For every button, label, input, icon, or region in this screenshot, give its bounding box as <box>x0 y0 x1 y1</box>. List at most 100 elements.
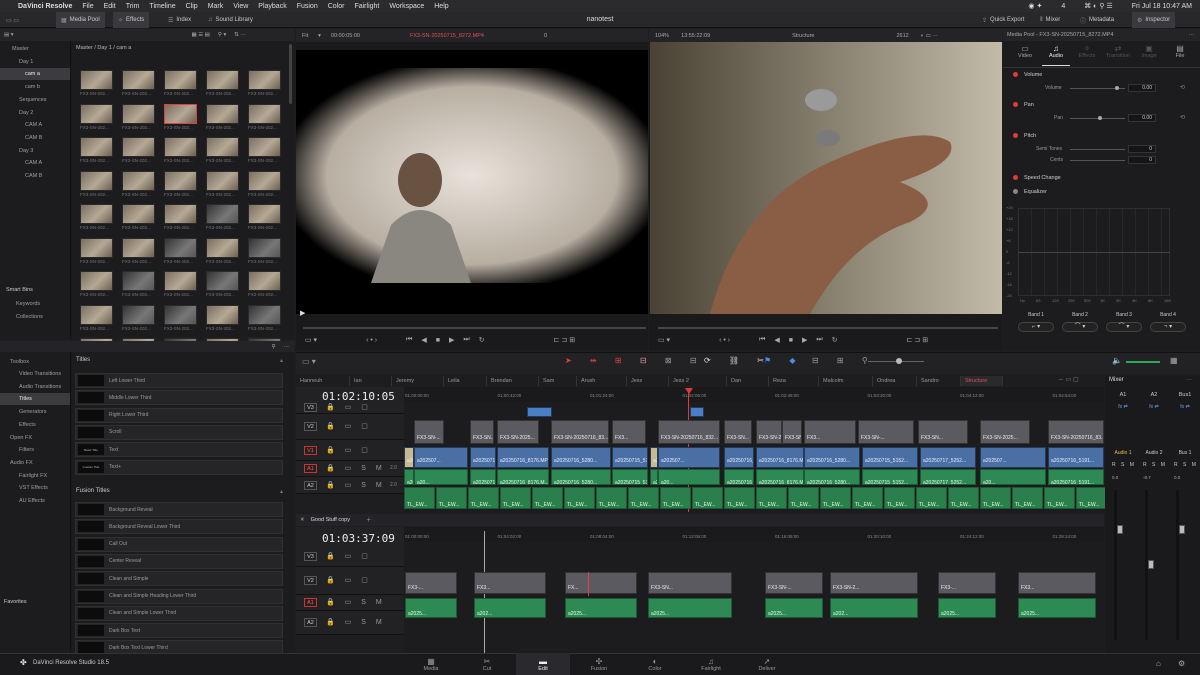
clip-thumbnail[interactable] <box>80 271 113 291</box>
loop-toggle-icon[interactable]: ↻ <box>832 336 838 344</box>
reset-icon[interactable]: ⟲ <box>1180 84 1185 91</box>
clip-thumbnail[interactable] <box>248 304 281 325</box>
clip-thumbnail[interactable] <box>248 137 281 157</box>
skip-forward-icon[interactable]: ⏭ <box>463 336 469 344</box>
track-controls-icon[interactable]: 🔒 ▭ S M <box>326 598 386 606</box>
metadata-button[interactable]: ⓘ Metadata <box>1080 12 1114 28</box>
bin-day3-cam-b[interactable]: CAM B <box>0 170 70 182</box>
bin-day3[interactable]: Day 3 <box>0 145 70 157</box>
play-icon[interactable]: ▶ <box>449 336 454 344</box>
eq-band-shape[interactable]: ⌒ ▾ <box>1062 322 1098 332</box>
a1-clip[interactable]: a20250716_5280... <box>804 469 860 485</box>
a2-clip[interactable]: TL_EW... <box>724 487 755 509</box>
v1-clip[interactable]: a20250716_5280... <box>804 447 860 468</box>
collapse-icon[interactable]: ▴ <box>280 357 283 364</box>
track-controls-icon[interactable]: 🔒 ▭ ▢ <box>326 422 372 430</box>
a1-clip[interactable]: a20250715_5152... <box>862 469 918 485</box>
a2-clip[interactable]: TL_EW... <box>564 487 595 509</box>
clip-thumbnail[interactable] <box>164 103 197 124</box>
inspector-button[interactable]: ⚙ Inspector <box>1132 12 1176 28</box>
more-icon[interactable]: ··· <box>1189 32 1195 38</box>
menu-trim[interactable]: Trim <box>126 3 140 10</box>
loop-toggle-icon[interactable]: ↻ <box>479 336 485 344</box>
fusion-title-item[interactable]: Dark Box Text <box>75 623 283 639</box>
stop-icon[interactable]: ■ <box>789 337 793 344</box>
jog-icon[interactable]: ‹ • › <box>366 337 377 344</box>
v2-clip[interactable]: FX3-SN-... <box>765 572 823 594</box>
bin-day2[interactable]: Day 2 <box>0 107 70 119</box>
v2-clip[interactable]: FX3-SN-2025... <box>497 420 539 444</box>
mixer-rsm-buttons[interactable]: R S M <box>1143 462 1167 468</box>
a2-clip[interactable]: TL_EW... <box>1076 487 1107 509</box>
bin-day1[interactable]: Day 1 <box>0 56 70 68</box>
source-video-frame[interactable] <box>296 50 648 314</box>
page-color[interactable]: ◐ Color <box>628 653 682 675</box>
fx-effects[interactable]: Effects <box>0 419 70 431</box>
v1-clip[interactable]: a20250717_5252... <box>404 447 414 468</box>
title-template-item[interactable]: Right Lower Third <box>75 407 283 423</box>
a2-clip[interactable]: TL_EW... <box>788 487 819 509</box>
mixer-fx-icon[interactable]: fx ⇄ <box>1110 404 1136 410</box>
fx-open-fx[interactable]: Open FX <box>0 432 70 444</box>
menu-mark[interactable]: Mark <box>208 3 224 10</box>
a1-clip[interactable]: a202... <box>830 598 918 618</box>
track-label[interactable]: V1 <box>304 445 317 455</box>
clip-marker[interactable] <box>588 572 589 596</box>
v2-clip[interactable]: FX3-SN-20250716_83... <box>551 420 609 444</box>
clip-thumbnail[interactable] <box>80 103 113 124</box>
a1-clip[interactable]: a20250716_5191... <box>470 469 496 485</box>
media-pool-scrollbar[interactable] <box>289 44 292 104</box>
clip-thumbnail[interactable] <box>122 137 155 157</box>
page-cut[interactable]: ✂ Cut <box>460 653 514 675</box>
loop-icon[interactable]: ▭ ▾ <box>658 336 670 344</box>
v3-clip[interactable] <box>527 407 552 417</box>
timeline-scrubber[interactable] <box>658 327 998 329</box>
a2-clip[interactable]: TL_EW... <box>532 487 563 509</box>
volume-knob[interactable] <box>1115 86 1119 90</box>
track-controls-icon[interactable]: 🔒 ▭ ▢ <box>326 403 372 411</box>
play-icon[interactable]: ▶ <box>802 336 807 344</box>
clip-thumbnail[interactable] <box>164 237 197 258</box>
clip-thumbnail[interactable] <box>80 237 113 258</box>
timeline-tab[interactable]: Structure <box>961 376 1003 386</box>
fx-audio-fx[interactable]: Audio FX <box>0 457 70 469</box>
timeline-tab[interactable]: Brendan <box>487 376 539 386</box>
edit-mode-tools[interactable]: ⊡ ⊠ ⊟ <box>640 356 705 365</box>
menu-color[interactable]: Color <box>328 3 345 10</box>
timeline-tab[interactable]: Arush <box>577 376 627 386</box>
a2-clip[interactable]: TL_EW... <box>500 487 531 509</box>
v1-clip[interactable]: a202507... <box>658 447 720 468</box>
clip-thumbnail[interactable] <box>206 70 239 90</box>
timeline-tab[interactable]: Jess <box>627 376 669 386</box>
v2-clip[interactable]: FX3-SN-20250716_83... <box>1048 420 1104 444</box>
clip-thumbnail[interactable] <box>164 137 197 157</box>
timeline-tab[interactable]: Malcolm <box>819 376 873 386</box>
a2-clip[interactable]: TL_EW... <box>980 487 1011 509</box>
clip-thumbnail[interactable] <box>122 170 155 191</box>
clip-thumbnail[interactable] <box>122 271 155 291</box>
clip-thumbnail[interactable] <box>206 271 239 291</box>
jog-icon[interactable]: ‹ • › <box>719 337 730 344</box>
fx-generators[interactable]: Generators <box>0 406 70 418</box>
tabs-more-icon[interactable]: ⇔ ▭ ▢ <box>1058 376 1079 383</box>
search-icon[interactable]: ⚲ ▾ <box>218 32 226 38</box>
layout-icons[interactable]: ▭ ▭ <box>6 12 19 28</box>
a1-clip[interactable]: a20250716_5280... <box>551 469 611 485</box>
view-icon[interactable]: ▤ ▾ <box>4 32 14 38</box>
speaker-icon[interactable]: 🔈 <box>1112 356 1122 365</box>
inspector-tab-effects[interactable]: ✧ Effects <box>1073 44 1101 66</box>
a1-clip[interactable]: a2025... <box>405 598 457 618</box>
v2-clip[interactable]: FX3-... <box>938 572 996 594</box>
mixer-rsm-buttons[interactable]: R S M <box>1112 462 1136 468</box>
volume-value[interactable]: 0.00 <box>1128 84 1156 92</box>
menu-edit[interactable]: Edit <box>104 3 116 10</box>
a1-clip[interactable]: a20250716_5191... <box>1048 469 1104 485</box>
step-back-icon[interactable]: ◀ <box>421 336 426 344</box>
track-label[interactable]: A1 <box>304 464 317 473</box>
clip-thumbnail[interactable] <box>122 70 155 90</box>
a2-clip[interactable]: TL_EW... <box>948 487 979 509</box>
menu-help[interactable]: Help <box>434 3 448 10</box>
track-label[interactable]: A2 <box>304 480 317 490</box>
track-label[interactable]: A2 <box>304 618 317 627</box>
v2-clip[interactable]: FX3... <box>612 420 646 444</box>
